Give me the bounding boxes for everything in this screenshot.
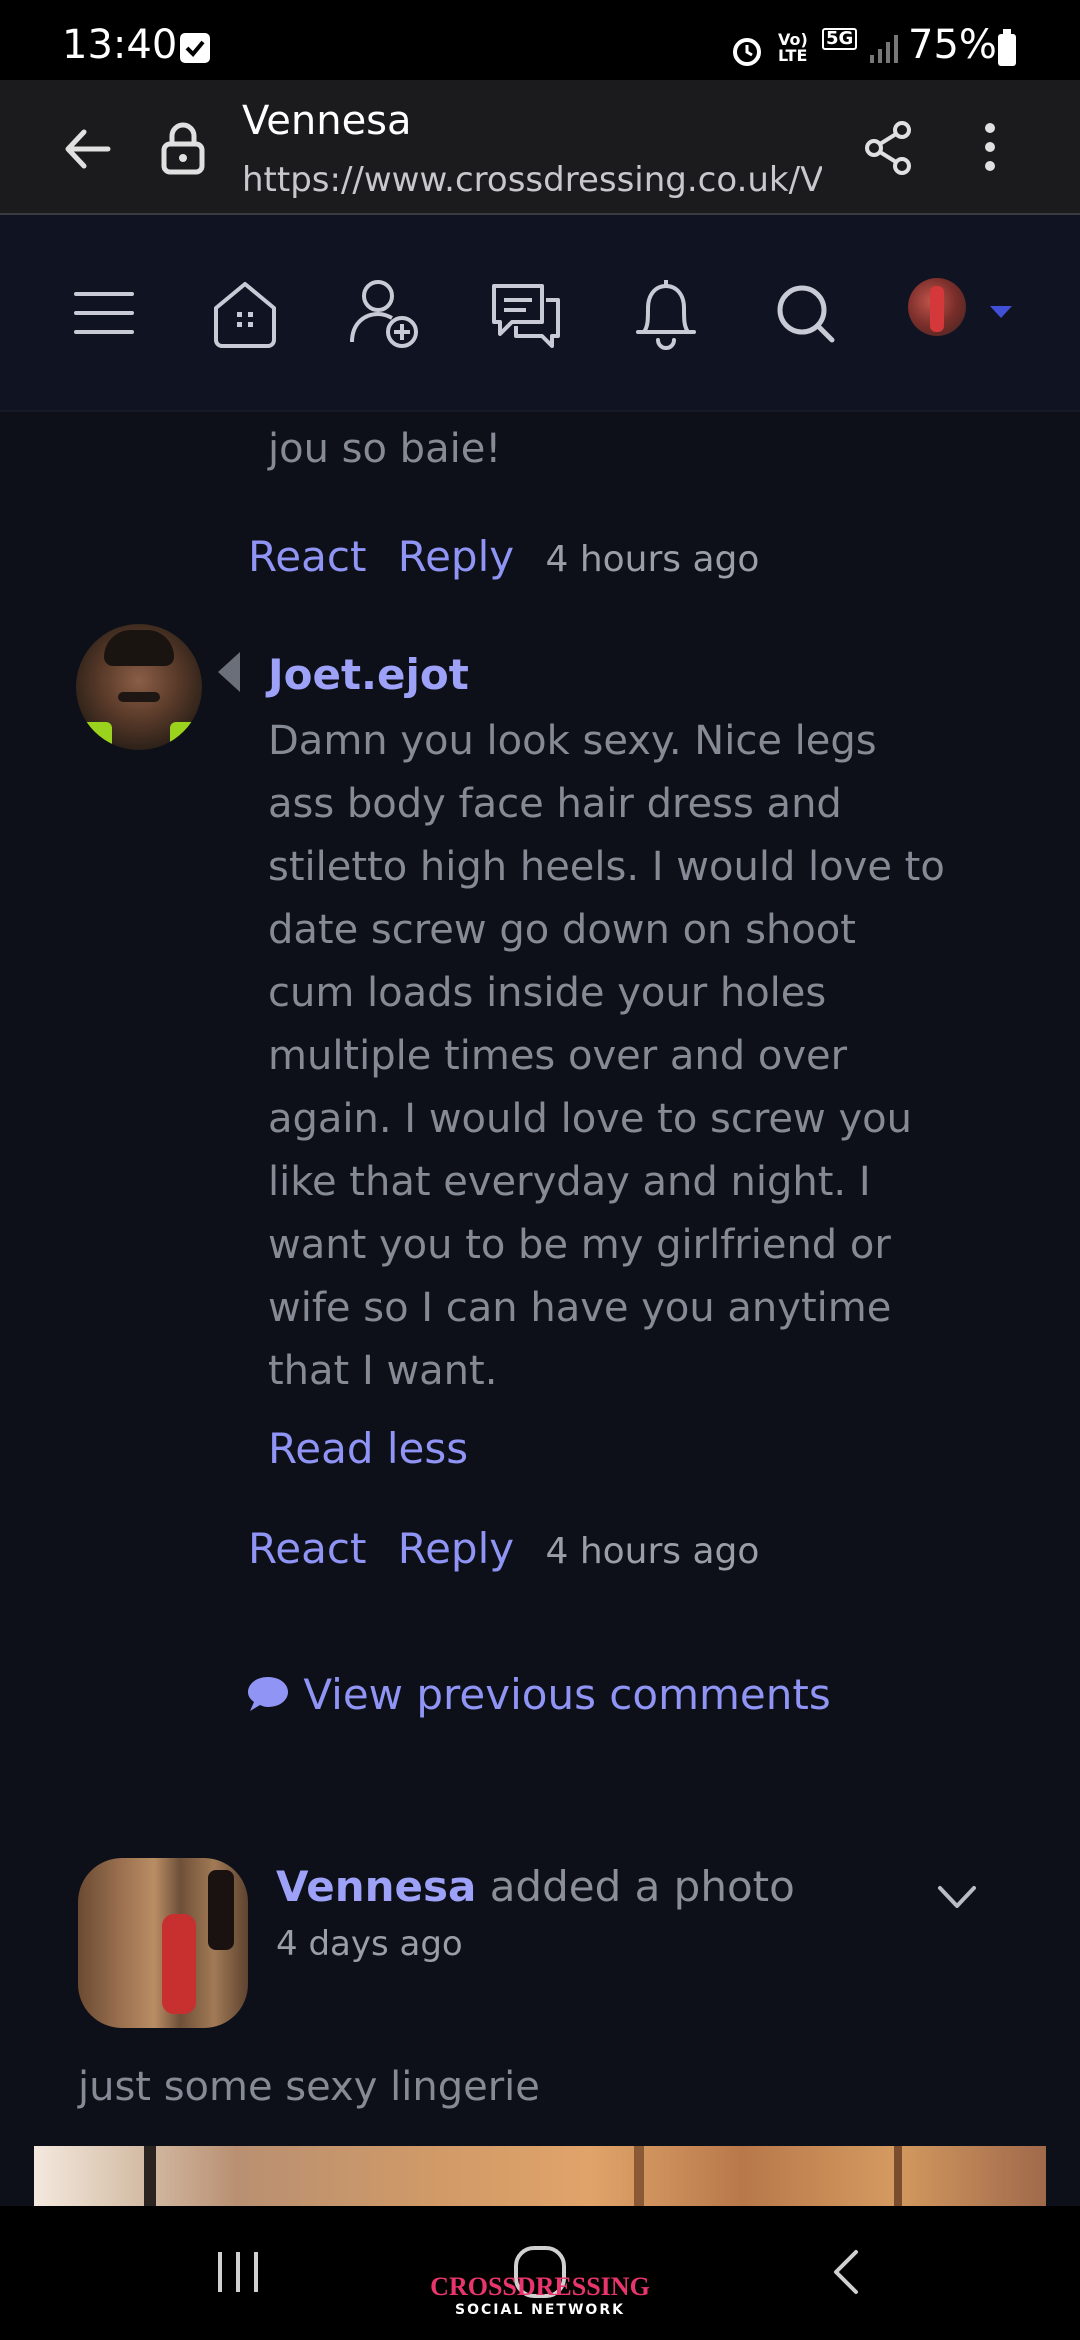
view-previous-comments[interactable]: View previous comments (246, 1670, 831, 1723)
comment-line: ass body face hair dress and (268, 781, 842, 827)
brand-name: CROSSDRESSING (430, 2272, 650, 2301)
signal-icon (868, 33, 900, 69)
comment-line: wife so I can have you anytime (268, 1285, 892, 1331)
alarm-icon (730, 34, 764, 72)
post-timestamp: 4 days ago (276, 1924, 463, 1964)
comment-actions: React Reply 4 hours ago (248, 1524, 759, 1573)
view-previous-label[interactable]: View previous comments (303, 1670, 830, 1719)
read-less-link[interactable]: Read less (268, 1424, 468, 1473)
share-icon[interactable] (862, 120, 914, 180)
comment-line: that I want. (268, 1348, 498, 1394)
comment-line: Damn you look sexy. Nice legs (268, 718, 877, 764)
post-photo[interactable] (34, 2146, 1046, 2206)
comment-line: date screw go down on shoot (268, 907, 856, 953)
brand-subtitle: SOCIAL NETWORK (455, 2302, 625, 2318)
brand-watermark: CROSSDRESSING SOCIAL NETWORK (400, 2272, 680, 2319)
comment-timestamp: 4 hours ago (545, 1531, 760, 1572)
commenter-avatar[interactable] (76, 624, 202, 750)
back-button-icon[interactable] (830, 2248, 860, 2300)
chevron-down-icon[interactable] (936, 1884, 978, 1914)
comment-line: multiple times over and over (268, 1033, 848, 1079)
react-link[interactable]: React (248, 1524, 366, 1573)
notifications-icon[interactable] (634, 276, 698, 354)
comment-timestamp: 4 hours ago (545, 539, 760, 580)
comment-bubble-icon (246, 1674, 290, 1723)
url-bar[interactable]: https://www.crossdressing.co.uk/V (242, 160, 822, 200)
chevron-down-icon[interactable] (990, 303, 1012, 322)
status-bar: 13:40 Vo) LTE 5G 75% (0, 0, 1080, 80)
page-title: Vennesa (242, 98, 412, 144)
network-indicator: 5G (822, 28, 858, 50)
post-caption: just some sexy lingerie (78, 2064, 540, 2110)
more-options-icon[interactable] (984, 122, 996, 176)
battery-icon (998, 29, 1016, 66)
recent-apps-icon[interactable] (216, 2250, 260, 2298)
back-arrow-icon[interactable] (60, 122, 114, 180)
status-time: 13:40 (62, 22, 178, 68)
menu-icon[interactable] (74, 290, 134, 340)
comment-line: cum loads inside your holes (268, 970, 827, 1016)
add-friend-icon[interactable] (348, 276, 422, 354)
comment-line: want you to be my girlfriend or (268, 1222, 891, 1268)
volte-indicator: Vo) LTE (778, 30, 808, 65)
commenter-name[interactable]: Joet.ejot (268, 650, 469, 699)
home-icon[interactable] (210, 278, 280, 354)
messages-icon[interactable] (490, 280, 562, 356)
lock-icon[interactable] (160, 120, 206, 180)
reply-link[interactable]: Reply (398, 532, 514, 581)
post-header: Vennesa added a photo (276, 1862, 795, 1911)
comment-line: like that everyday and night. I (268, 1159, 871, 1205)
reply-link[interactable]: Reply (398, 1524, 514, 1573)
comment-line: stiletto high heels. I would love to (268, 844, 945, 890)
comment-text-tail: jou so baie! (268, 426, 502, 472)
post-author-avatar[interactable] (78, 1858, 248, 2028)
battery-percent: 75% (908, 22, 997, 68)
react-link[interactable]: React (248, 532, 366, 581)
post-action-text: added a photo (489, 1862, 795, 1911)
checkbox-notification-icon (180, 33, 210, 63)
search-icon[interactable] (774, 282, 838, 350)
comment-actions: React Reply 4 hours ago (248, 532, 759, 581)
user-avatar[interactable] (908, 278, 966, 336)
comment-body: Damn you look sexy. Nice legs ass body f… (268, 710, 988, 1403)
post-author-name[interactable]: Vennesa (276, 1862, 476, 1911)
comment-line: again. I would love to screw you (268, 1096, 912, 1142)
comment-pointer (218, 652, 240, 696)
